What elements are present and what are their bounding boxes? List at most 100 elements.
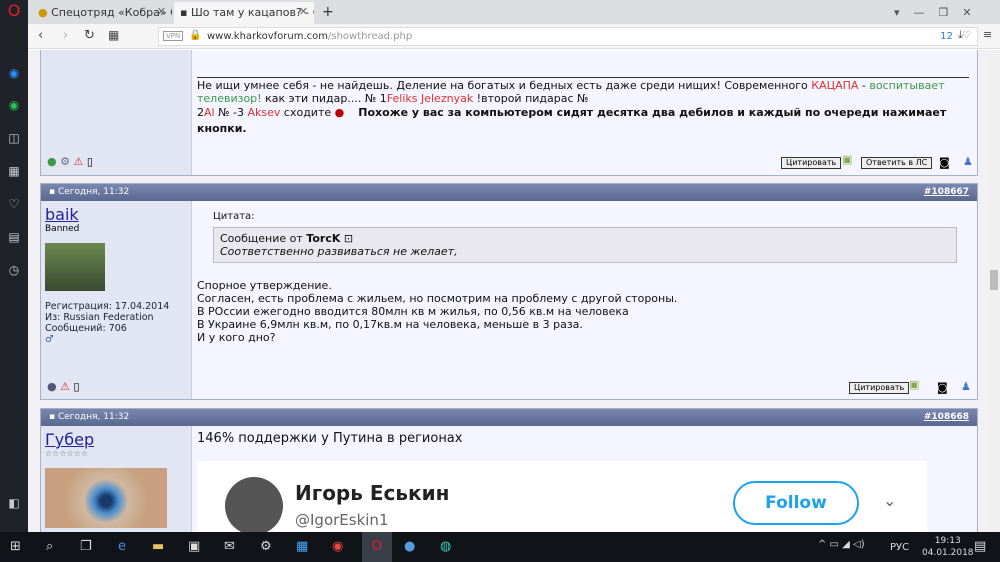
clock[interactable]: 19:13 04.01.2018: [922, 535, 974, 559]
tab-title: Шо там у кацапов? - Стр: [190, 6, 314, 19]
search-icon[interactable]: ⌕: [46, 539, 53, 554]
tweet-author-name: Игорь Еськин: [295, 481, 450, 505]
vpn-badge[interactable]: VPN: [163, 31, 184, 41]
embedded-tweet: Игорь Еськин @IgorEskin1 Follow ⌄: [197, 461, 927, 532]
user-icon[interactable]: ♟: [963, 155, 973, 168]
task-view-icon[interactable]: ❐: [80, 539, 92, 554]
heart-icon[interactable]: ♡: [7, 197, 21, 211]
camera-icon[interactable]: ◫: [7, 131, 21, 145]
quote-text: Соответственно развиваться не желает,: [220, 245, 458, 258]
multiquote-icon[interactable]: ▣: [909, 378, 919, 391]
post-header: ▪ Сегодня, 11:32 #108667: [41, 184, 977, 201]
post-status-icons: ● ⚙ ⚠ ▯: [47, 155, 93, 168]
post-status-icons: ● ⚠ ▯: [47, 380, 80, 393]
news-icon[interactable]: ▤: [7, 230, 21, 244]
username-link[interactable]: baik: [45, 205, 191, 224]
close-icon[interactable]: ✕: [299, 5, 308, 18]
user-avatar[interactable]: [45, 243, 105, 291]
post-header: ▪ Сегодня, 11:32 #108668: [41, 409, 977, 426]
back-icon[interactable]: ‹: [38, 28, 43, 43]
opera-sidebar: O ◉ ◉ ◫ ▦ ♡ ▤ ◷ ◧: [0, 0, 28, 532]
opera-taskbar-icon[interactable]: O: [362, 532, 392, 562]
post-number-link[interactable]: #108667: [924, 187, 969, 197]
messenger-icon[interactable]: ◉: [7, 66, 21, 80]
smiley-icon: ●: [334, 106, 345, 119]
user-icon[interactable]: ♟: [961, 380, 971, 393]
follow-button[interactable]: Follow: [733, 481, 859, 525]
close-icon[interactable]: ✕: [157, 5, 166, 18]
user-title: Banned: [45, 224, 80, 234]
user-avatar[interactable]: [45, 468, 167, 528]
download-icon[interactable]: ⤓: [958, 28, 963, 42]
store-icon[interactable]: ▣: [188, 539, 200, 554]
url-input[interactable]: VPN 🔒 www.kharkovforum.com/showthread.ph…: [158, 27, 978, 46]
tab-kacapov[interactable]: ▪ Шо там у кацапов? - Стр✕: [174, 2, 314, 24]
sidebar-toggle-icon[interactable]: ◧: [7, 496, 21, 510]
tab-bar: ● Спецотряд «Кобра» Сезо✕ ▪ Шо там у кац…: [28, 0, 1000, 24]
quote-box: Сообщение от TorcK ⊡ Соответственно разв…: [213, 227, 957, 263]
windows-start-icon[interactable]: ⊞: [10, 539, 21, 554]
bookmark-heart-icon[interactable]: ♡: [962, 30, 971, 41]
address-bar-row: ‹ › ↻ ▦ VPN 🔒 www.kharkovforum.com/showt…: [28, 24, 1000, 49]
scrollbar-thumb[interactable]: [990, 270, 998, 290]
post-count: Сообщений: 706: [45, 323, 127, 334]
male-icon: ♂: [45, 334, 54, 345]
forum-page: Не ищи умнее себя - не найдешь. Деление …: [28, 50, 988, 532]
adblock-count[interactable]: 12: [940, 31, 953, 42]
whatsapp-icon[interactable]: ◉: [7, 98, 21, 112]
url-path: /showthread.php: [328, 31, 413, 42]
lock-icon: 🔒: [189, 30, 202, 41]
app2-icon[interactable]: ◍: [440, 539, 451, 554]
tabs-grid-icon[interactable]: ▦: [108, 28, 119, 42]
report-icon[interactable]: ◙: [937, 381, 948, 394]
app-icon[interactable]: ▦: [296, 539, 308, 554]
post-text: 146% поддержки у Путина в регионах: [197, 431, 463, 446]
tweet-avatar: [225, 477, 283, 532]
post-108668: ▪ Сегодня, 11:32 #108668 Губер ☆☆☆☆☆☆ 146…: [40, 408, 978, 532]
qbittorrent-icon[interactable]: ●: [404, 539, 415, 554]
tab-kobra[interactable]: ● Спецотряд «Кобра» Сезо✕: [32, 2, 172, 24]
user-column: baik Banned Регистрация: 17.04.2014 Из: …: [41, 201, 192, 399]
post-date: Сегодня, 11:32: [57, 412, 130, 422]
post-number-link[interactable]: #108668: [924, 412, 969, 422]
quote-button[interactable]: Цитировать: [849, 382, 910, 394]
history-icon[interactable]: ◷: [7, 263, 21, 277]
post-108667: ▪ Сегодня, 11:32 #108667 baik Banned Реги…: [40, 183, 978, 400]
chrome-icon[interactable]: ◉: [332, 539, 343, 554]
report-icon[interactable]: ◙: [939, 156, 950, 169]
chevron-down-icon[interactable]: ⌄: [883, 491, 896, 510]
username-link[interactable]: Губер: [45, 430, 191, 449]
post-text: Цитата: Сообщение от TorcK ⊡ Соответстве…: [197, 210, 969, 344]
quote-button[interactable]: Цитировать: [781, 157, 842, 169]
edge-icon[interactable]: e: [118, 539, 126, 554]
opera-logo-icon[interactable]: O: [7, 3, 21, 19]
speed-dial-icon[interactable]: ▦: [7, 164, 21, 178]
view-post-icon: ⊡: [343, 232, 354, 245]
tray-icons[interactable]: ^ ▭ ◢ ◁): [818, 539, 865, 550]
reload-icon[interactable]: ↻: [84, 28, 95, 43]
post-previous: Не ищи умнее себя - не найдешь. Деление …: [40, 50, 978, 176]
tab-title: Спецотряд «Кобра» Сезо: [51, 6, 172, 19]
reply-pm-button[interactable]: Ответить в ЛС: [861, 157, 933, 169]
mail-icon[interactable]: ✉: [224, 539, 235, 554]
user-location: Из: Russian Federation: [45, 312, 154, 323]
language-indicator[interactable]: РУС: [890, 542, 909, 553]
settings-icon[interactable]: ⚙: [260, 539, 272, 554]
explorer-icon[interactable]: ▬: [152, 539, 164, 554]
post-text: Не ищи умнее себя - не найдешь. Деление …: [197, 77, 969, 137]
quote-label: Цитата:: [213, 211, 255, 222]
user-column: Губер ☆☆☆☆☆☆: [41, 426, 192, 532]
user-rating-stars: ☆☆☆☆☆☆: [45, 449, 89, 458]
taskbar: ⊞ ⌕ ❐ e ▬ ▣ ✉ ⚙ ▦ ◉ O ● ◍ ^ ▭ ◢ ◁) РУС 1…: [0, 532, 1000, 562]
forward-icon[interactable]: ›: [63, 28, 68, 43]
new-tab-button[interactable]: +: [316, 0, 340, 22]
scrollbar[interactable]: [988, 50, 1000, 532]
multiquote-icon[interactable]: ▣: [842, 153, 852, 166]
post-date: Сегодня, 11:32: [57, 187, 130, 197]
window-controls[interactable]: ▾ — ❐ ✕: [888, 2, 978, 24]
notifications-icon[interactable]: ▤: [974, 539, 986, 554]
url-domain: www.kharkovforum.com: [207, 31, 329, 42]
tweet-handle: @IgorEskin1: [295, 511, 389, 529]
menu-icon[interactable]: ≡: [983, 28, 992, 41]
registration-date: Регистрация: 17.04.2014: [45, 301, 170, 312]
